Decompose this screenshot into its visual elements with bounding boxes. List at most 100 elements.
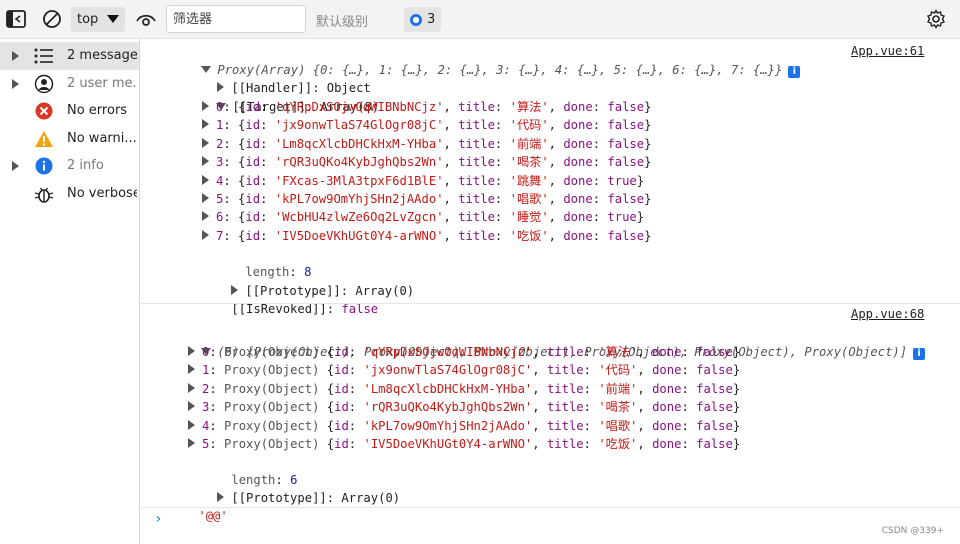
item-title: 吃饭 [516,228,542,243]
filter-input[interactable] [166,5,306,33]
console-prompt[interactable]: › [154,511,162,527]
expand-arrow-icon[interactable] [202,119,209,130]
toggle-sidebar-icon[interactable] [6,9,26,29]
array-item-row[interactable]: 5: Proxy(Object) {id: 'IV5DoeVKhUGt0Y4-a… [188,435,740,453]
expand-arrow-icon[interactable] [188,382,195,393]
live-expression-eye-icon[interactable] [136,10,156,30]
expand-arrow-icon[interactable] [12,51,19,61]
settings-gear-icon[interactable] [926,9,946,29]
sidebar-item-messages[interactable]: 2 messages [0,42,139,70]
item-title: 代码 [605,363,631,378]
array-item-row[interactable]: 0: {id: 'qYRpDxSOjwOqWIBNbNCjz', title: … [202,98,651,116]
sidebar-item-label: 2 messages [67,48,137,63]
expand-arrow-icon[interactable] [188,364,195,375]
array-item-row[interactable]: 2: {id: 'Lm8qcXlcbDHCkHxM-YHba', title: … [202,135,651,153]
item-title: 算法 [516,100,542,114]
expand-arrow-icon[interactable] [188,401,195,412]
item-done: false [696,345,733,359]
item-title: 唱歌 [605,418,631,433]
array-item-row[interactable]: 3: Proxy(Object) {id: 'rQR3uQKo4KybJghQb… [188,398,740,416]
expand-arrow-icon[interactable] [202,229,209,240]
array-item-row[interactable]: 4: {id: 'FXcas-3MlA3tpxF6d1BlE', title: … [202,172,644,190]
error-icon [34,101,54,121]
item-done: false [696,437,733,451]
message-divider [141,507,960,508]
context-select[interactable]: top [71,7,125,32]
item-title: 睡觉 [516,210,542,225]
clear-console-icon[interactable] [42,9,62,29]
array-item-row[interactable]: 3: {id: 'rQR3uQKo4KybJghQbs2Wn', title: … [202,153,651,171]
item-id: Lm8qcXlcbDHCkHxM-YHba [282,136,437,151]
console-toolbar: top 默认级别 ● 3 [0,0,960,39]
revoked-value: false [341,302,379,316]
sidebar-item-warnings[interactable]: No warni... [0,125,139,153]
issues-button[interactable]: ● 3 [404,7,442,32]
info-icon: i [788,66,801,78]
prototype-label: [[Prototype]]: Array(0) [231,491,401,505]
array-item-row[interactable]: 1: Proxy(Object) {id: 'jx9onwTlaS74GlOgr… [188,361,740,379]
chevron-down-icon [107,15,119,23]
message-divider [141,303,960,304]
revoked-row: [[IsRevoked]]: false [231,302,379,316]
proxy-type: Proxy(Object) [224,418,327,433]
user-icon [34,74,54,94]
proxy-type: Proxy(Object) [224,381,327,396]
item-id: rQR3uQKo4KybJghQbs2Wn [282,155,437,170]
source-link[interactable]: App.vue:61 [851,44,924,58]
log-summary-row[interactable]: Proxy(Array) {0: {…}, 1: {…}, 2: {…}, 3:… [172,43,801,78]
item-title: 吃饭 [605,437,631,451]
item-id: kPL7ow9OmYhjSHn2jAAdo [282,192,437,206]
expand-arrow-icon[interactable] [12,161,19,171]
array-item-row[interactable]: 5: {id: 'kPL7ow9OmYhjSHn2jAAdo', title: … [202,190,651,208]
log-summary-row[interactable]: (6) [Proxy(Object), Proxy(Object), Proxy… [172,325,926,360]
expand-arrow-icon[interactable] [202,101,209,111]
bug-icon [34,184,54,204]
target-row[interactable]: [[Target]]: Array(8) [187,80,379,114]
info-icon: i [913,348,926,360]
length-row: length: 8 [245,265,312,279]
expand-arrow-icon[interactable] [202,193,209,203]
item-done: false [607,100,645,114]
prototype-row[interactable]: [[Prototype]]: Array(0) [202,264,414,298]
item-title: 唱歌 [516,192,542,206]
item-id: jx9onwTlaS74GlOgr08jC [370,363,525,378]
proxy-type: Proxy(Object) [224,437,327,451]
length-row: length: 6 [231,473,298,487]
expand-arrow-icon[interactable] [202,174,209,185]
expand-arrow-icon[interactable] [188,419,195,430]
log-level-select[interactable]: 默认级别 [316,11,368,30]
prototype-row[interactable]: [[Prototype]]: Array(0) [188,471,400,505]
item-id: qYRpDxSOjwOqWIBNbNCjz [370,345,525,359]
expand-arrow-icon[interactable] [202,211,209,222]
array-item-row[interactable]: 7: {id: 'IV5DoeVKhUGt0Y4-arWNO', title: … [202,227,651,245]
sidebar-item-errors[interactable]: No errors [0,97,139,125]
expand-arrow-icon[interactable] [202,156,209,167]
item-title: 算法 [605,345,631,359]
item-id: Lm8qcXlcbDHCkHxM-YHba [370,381,525,396]
expand-arrow-icon[interactable] [188,438,195,448]
proxy-type: Proxy(Object) [224,345,327,359]
source-link[interactable]: App.vue:68 [851,307,924,321]
expand-arrow-icon[interactable] [188,346,195,356]
sidebar-item-user-messages[interactable]: 2 user me... [0,70,139,98]
sidebar-item-info[interactable]: 2 info [0,152,139,180]
array-item-row[interactable]: 6: {id: 'WcbHU4zlwZe6Oq2LvZgcn', title: … [202,208,644,226]
item-title: 前端 [605,381,631,396]
sidebar-item-label: No errors [67,103,128,118]
item-done: true [607,210,637,225]
array-item-row[interactable]: 0: Proxy(Object) {id: 'qYRpDxSOjwOqWIBNb… [188,343,740,361]
array-item-row[interactable]: 4: Proxy(Object) {id: 'kPL7ow9OmYhjSHn2j… [188,417,740,435]
expand-arrow-icon[interactable] [202,137,209,148]
item-done: false [696,363,733,378]
item-done: false [696,418,733,433]
array-item-row[interactable]: 1: {id: 'jx9onwTlaS74GlOgr08jC', title: … [202,116,651,134]
revoked-key: [[IsRevoked]] [231,302,327,316]
sidebar-item-verbose[interactable]: No verbose [0,180,139,208]
item-done: false [607,228,645,243]
string-output: '@@' [169,489,227,523]
item-done: false [607,136,645,151]
expand-arrow-icon[interactable] [12,78,19,89]
handler-row[interactable]: [[Handler]]: Object [188,61,371,95]
item-id: IV5DoeVKhUGt0Y4-arWNO [282,228,437,243]
array-item-row[interactable]: 2: Proxy(Object) {id: 'Lm8qcXlcbDHCkHxM-… [188,380,740,398]
